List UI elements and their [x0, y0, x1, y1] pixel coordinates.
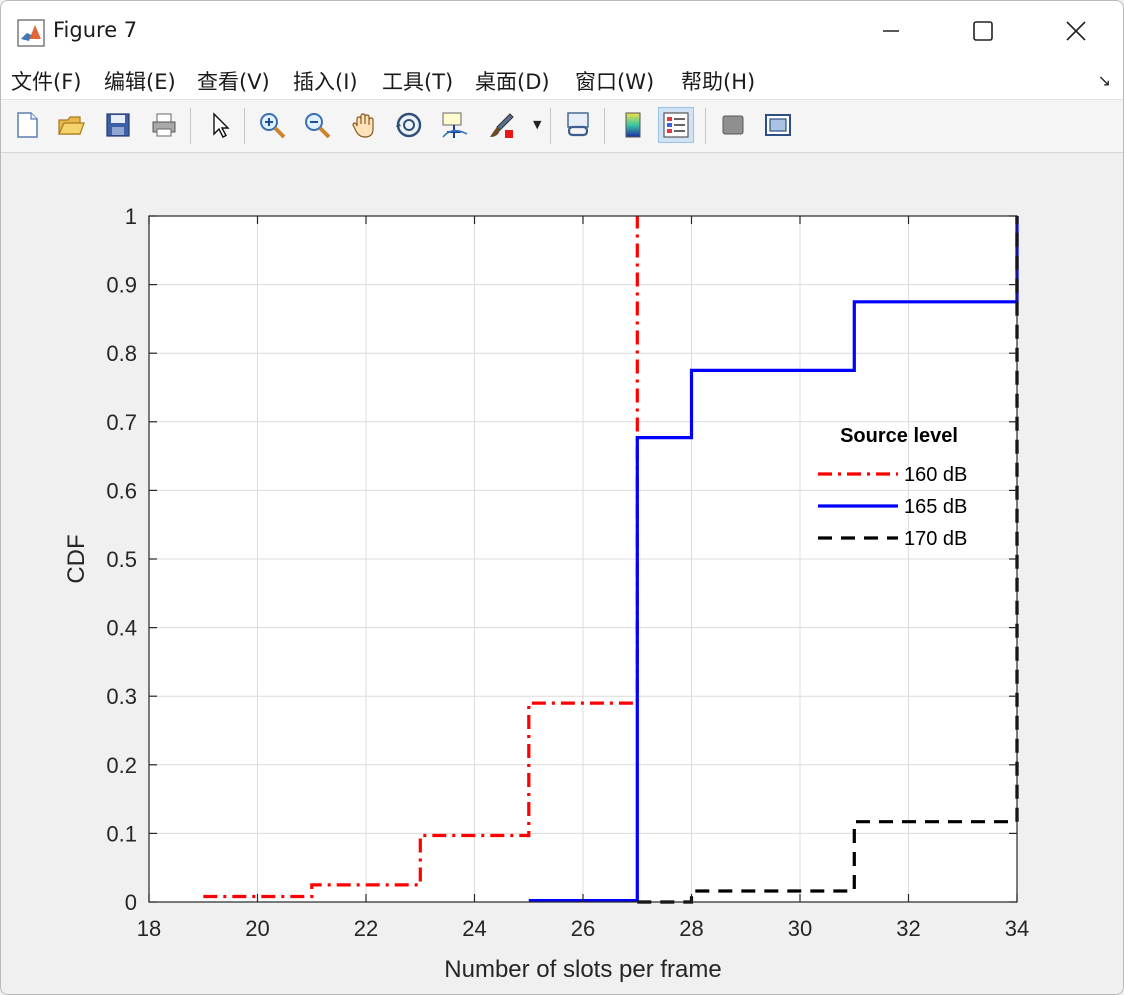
window-title: Figure 7 — [53, 18, 138, 42]
brush-icon — [490, 113, 514, 138]
toolbar-separator — [190, 108, 191, 144]
toolbar-separator — [604, 108, 605, 144]
menu-window[interactable]: 窗口(W) — [575, 66, 654, 96]
title-bar: Figure 7 — [1, 1, 1123, 61]
pan-button[interactable] — [346, 107, 382, 143]
y-tick-label: 0 — [125, 890, 137, 915]
zoom-in-icon — [260, 113, 286, 139]
hide-plot-tools-button[interactable] — [715, 107, 751, 143]
data-cursor-icon — [442, 112, 468, 138]
toolbar-separator — [705, 108, 706, 144]
zoom-out-icon — [305, 113, 331, 139]
y-tick-label: 0.9 — [106, 273, 137, 298]
open-file-button[interactable] — [53, 107, 89, 143]
brush-button[interactable] — [483, 107, 519, 143]
y-tick-label: 0.5 — [106, 547, 137, 572]
close-icon — [1066, 21, 1086, 41]
figure-window: Figure 7 文件(F) 编辑(E) 查看(V) 插入(I) 工具(T) 桌… — [0, 0, 1124, 995]
menu-tools[interactable]: 工具(T) — [382, 66, 453, 96]
x-tick-label: 20 — [245, 916, 269, 941]
toolbar: ▼ — [1, 100, 1123, 153]
y-tick-label: 0.4 — [106, 616, 137, 641]
zoom-out-button[interactable] — [299, 107, 335, 143]
x-tick-label: 32 — [896, 916, 920, 941]
rotate-3d-button[interactable] — [391, 107, 427, 143]
zoom-in-button[interactable] — [254, 107, 290, 143]
link-plot-button[interactable] — [560, 107, 596, 143]
open-file-icon — [58, 116, 85, 135]
data-cursor-button[interactable] — [437, 107, 473, 143]
x-tick-label: 26 — [571, 916, 595, 941]
link-plot-icon — [567, 112, 589, 137]
menu-insert[interactable]: 插入(I) — [293, 66, 358, 96]
legend-title: Source level — [840, 425, 958, 447]
matlab-logo-icon — [17, 19, 45, 47]
show-plot-tools-button[interactable] — [760, 107, 796, 143]
y-tick-label: 0.8 — [106, 341, 137, 366]
hide-plot-tools-icon — [722, 115, 744, 135]
show-plot-tools-icon — [765, 114, 791, 136]
pan-hand-icon — [352, 113, 374, 138]
pointer-button[interactable] — [202, 107, 238, 143]
x-tick-label: 34 — [1005, 916, 1029, 941]
y-tick-label: 1 — [125, 204, 137, 229]
legend-button[interactable] — [658, 107, 694, 143]
x-tick-label: 28 — [679, 916, 703, 941]
pointer-icon — [213, 112, 230, 138]
x-tick-label: 22 — [354, 916, 378, 941]
close-button[interactable] — [1054, 11, 1098, 51]
print-icon — [152, 113, 176, 137]
y-tick-label: 0.3 — [106, 684, 137, 709]
colorbar-icon — [625, 112, 641, 138]
dock-arrow-icon[interactable]: ↘ — [1098, 71, 1111, 90]
x-tick-label: 18 — [137, 916, 161, 941]
cdf-chart[interactable]: 18 20 22 24 26 28 30 32 34 0 0.1 0.2 0.3 0.4 0.5 0.6 0.7… — [1, 153, 1123, 994]
y-tick-label: 0.2 — [106, 753, 137, 778]
x-axis-label: Number of slots per frame — [444, 956, 721, 983]
figure-canvas: 18 20 22 24 26 28 30 32 34 0 0.1 0.2 0.3 0.4 0.5 0.6 0.7… — [1, 153, 1123, 994]
brush-dropdown-icon[interactable]: ▼ — [533, 118, 541, 131]
menu-view[interactable]: 查看(V) — [197, 66, 270, 96]
minimize-button[interactable] — [869, 11, 913, 51]
new-figure-icon — [17, 112, 38, 138]
x-tick-label: 30 — [788, 916, 812, 941]
legend-entry-label: 165 dB — [904, 496, 967, 518]
new-figure-button[interactable] — [9, 107, 45, 143]
menu-help[interactable]: 帮助(H) — [681, 66, 755, 96]
y-axis-label: CDF — [63, 534, 90, 583]
colorbar-button[interactable] — [615, 107, 651, 143]
rotate-3d-icon — [396, 112, 422, 138]
toolbar-separator — [550, 108, 551, 144]
menu-desktop[interactable]: 桌面(D) — [475, 66, 550, 96]
y-tick-label: 0.7 — [106, 410, 137, 435]
y-tick-label: 0.1 — [106, 821, 137, 846]
maximize-icon — [973, 21, 993, 41]
minimize-icon — [883, 30, 899, 32]
legend-entry-label: 170 dB — [904, 528, 967, 550]
y-tick-label: 0.6 — [106, 478, 137, 503]
legend-entry-label: 160 dB — [904, 464, 967, 486]
maximize-button[interactable] — [961, 11, 1005, 51]
toolbar-separator — [244, 108, 245, 144]
print-button[interactable] — [146, 107, 182, 143]
save-button[interactable] — [100, 107, 136, 143]
legend-icon — [663, 112, 689, 138]
save-icon — [106, 113, 130, 137]
menu-bar: 文件(F) 编辑(E) 查看(V) 插入(I) 工具(T) 桌面(D) 窗口(W… — [1, 61, 1123, 100]
menu-edit[interactable]: 编辑(E) — [104, 66, 176, 96]
x-tick-label: 24 — [462, 916, 486, 941]
menu-file[interactable]: 文件(F) — [11, 66, 81, 96]
